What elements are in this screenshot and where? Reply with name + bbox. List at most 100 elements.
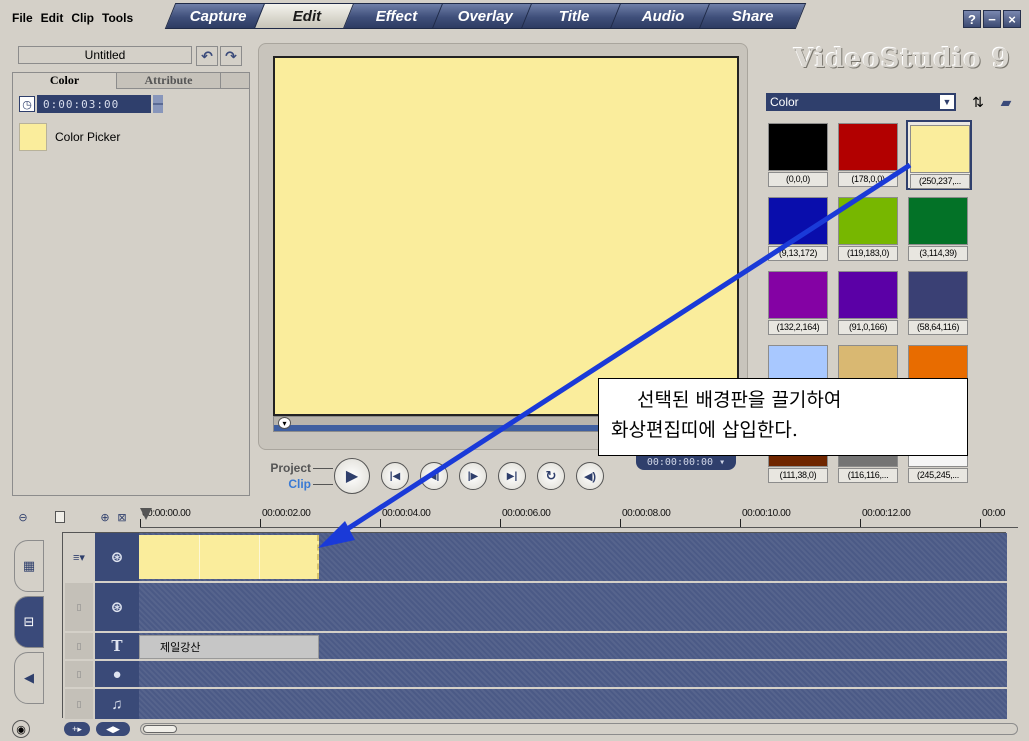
color-swatch[interactable]: (119,183,0): [836, 194, 902, 264]
scrollbar-thumb[interactable]: [143, 725, 177, 733]
color-clip[interactable]: [139, 535, 319, 579]
library-category-select[interactable]: Color ▼: [766, 93, 956, 111]
swatch-label: (132,2,164): [768, 320, 828, 335]
tab-label: Audio: [642, 7, 685, 25]
help-button[interactable]: ?: [963, 10, 981, 28]
color-picker[interactable]: Color Picker: [19, 123, 120, 151]
swatch-label: (116,116,...: [838, 468, 898, 483]
fit-project-icon[interactable]: ⊠: [115, 510, 129, 524]
prev-frame-button[interactable]: ◀|: [420, 462, 448, 490]
zoom-in-icon[interactable]: ⊕: [98, 510, 112, 524]
clip-mode-label[interactable]: Clip: [265, 476, 311, 492]
scrub-handle[interactable]: ▾: [278, 417, 291, 429]
sort-button[interactable]: ⇅: [968, 92, 988, 112]
storyboard-view-button[interactable]: ▦: [14, 540, 44, 592]
step-tabs: Capture Edit Effect Overlay Title Audio …: [164, 3, 807, 29]
color-swatch[interactable]: (0,0,0): [766, 120, 832, 190]
lock-icon[interactable]: ▯: [65, 661, 93, 687]
swatch-label: (0,0,0): [768, 172, 828, 187]
tab-attribute[interactable]: Attribute: [117, 73, 221, 89]
track-header: ▯ ♫: [63, 689, 139, 719]
chevron-down-icon[interactable]: ▼: [940, 95, 954, 109]
open-folder-button[interactable]: ▰: [996, 92, 1016, 112]
timeline-view-button[interactable]: ⊟: [14, 596, 44, 648]
menu-clip[interactable]: Clip: [71, 11, 94, 25]
color-swatch[interactable]: (91,0,166): [836, 268, 902, 338]
project-mode-label[interactable]: Project: [265, 460, 311, 476]
zoom-out-icon[interactable]: ⊖: [16, 510, 30, 524]
overlay-track[interactable]: ▯ ⊛: [63, 583, 1007, 633]
sort-icon: ⇅: [972, 93, 984, 110]
spin-down-icon[interactable]: [153, 105, 163, 113]
minimize-button[interactable]: −: [983, 10, 1001, 28]
menu-file[interactable]: File: [12, 11, 33, 25]
skip-end-icon: ▶|: [506, 470, 518, 482]
title-clip[interactable]: 제일강산: [139, 635, 319, 659]
color-swatch[interactable]: (132,2,164): [766, 268, 832, 338]
add-track-button[interactable]: +▸: [64, 722, 90, 736]
zoom-slider[interactable]: [33, 510, 95, 524]
repeat-button[interactable]: ↻: [537, 462, 565, 490]
swatch-color: [768, 197, 828, 245]
slider-thumb[interactable]: [55, 511, 65, 523]
color-swatch[interactable]: (58,64,116): [906, 268, 972, 338]
track-header: ≡▾ ⊛: [63, 533, 139, 581]
tab-label: Title: [559, 7, 590, 25]
video-capture-button[interactable]: ◉: [12, 720, 30, 738]
ruler-tick: [380, 519, 381, 527]
color-picker-swatch[interactable]: [19, 123, 47, 151]
timeline-ruler[interactable]: 00:00:00.00 00:00:02.00 00:00:04.00 00:00:0…: [140, 506, 1018, 528]
next-frame-button[interactable]: |▶: [459, 462, 487, 490]
play-button[interactable]: ▶: [334, 458, 370, 494]
color-swatch[interactable]: (250,237,...: [906, 120, 972, 190]
instruction-callout: 선택된 배경판을 끌기하여 화상편집띠에 삽입한다.: [598, 378, 968, 456]
color-picker-label: Color Picker: [55, 130, 121, 144]
ruler-time-label: 00:00:06.00: [502, 508, 551, 519]
speaker-icon: ◀: [24, 670, 34, 685]
tab-color[interactable]: Color: [13, 73, 117, 89]
tab-label: Effect: [375, 7, 418, 25]
lock-icon[interactable]: ▯: [65, 689, 93, 719]
app-logo: VideoStudio 9: [794, 44, 1011, 74]
ruler-time-label: 00:00:02.00: [262, 508, 311, 519]
video-track[interactable]: ≡▾ ⊛: [63, 533, 1007, 583]
menu-bar: File Edit Clip Tools: [12, 11, 133, 25]
redo-button[interactable]: ↷: [220, 46, 242, 66]
track-menu-icon[interactable]: ≡▾: [65, 533, 93, 581]
swatch-label: (245,245,...: [908, 468, 968, 483]
microphone-icon: ●: [95, 661, 139, 687]
menu-tools[interactable]: Tools: [102, 11, 133, 25]
audio-view-button[interactable]: ◀: [14, 652, 44, 704]
color-swatch[interactable]: (3,114,39): [906, 194, 972, 264]
volume-button[interactable]: ◀): [576, 462, 604, 490]
spin-up-icon[interactable]: [153, 95, 163, 103]
music-track[interactable]: ▯ ♫: [63, 689, 1007, 719]
duration-spinner[interactable]: [153, 95, 163, 113]
divider: [313, 484, 333, 485]
skip-start-icon: |◀: [389, 470, 401, 482]
duration-input[interactable]: 0:00:03:00: [37, 95, 151, 113]
undo-button[interactable]: ↶: [196, 46, 218, 66]
window-controls: ? − ×: [963, 10, 1021, 28]
end-button[interactable]: ▶|: [498, 462, 526, 490]
close-button[interactable]: ×: [1003, 10, 1021, 28]
repeat-icon: ↻: [545, 468, 557, 483]
duration-control: ◷ 0:00:03:00: [19, 95, 163, 113]
ruler-time-label: 00:00:04.00: [382, 508, 431, 519]
home-button[interactable]: |◀: [381, 462, 409, 490]
clock-icon: ◷: [19, 96, 35, 112]
color-swatch[interactable]: (9,13,172): [766, 194, 832, 264]
menu-edit[interactable]: Edit: [41, 11, 64, 25]
title-track[interactable]: ▯ T 제일강산: [63, 633, 1007, 661]
lock-icon[interactable]: ▯: [65, 583, 93, 631]
voice-track[interactable]: ▯ ●: [63, 661, 1007, 689]
lock-icon[interactable]: ▯: [65, 633, 93, 659]
track-header: ▯ ●: [63, 661, 139, 687]
ruler-tick: [260, 519, 261, 527]
scroll-buttons[interactable]: ◀▶: [96, 722, 130, 736]
tab-share[interactable]: Share: [698, 3, 807, 29]
timeline-toolbar: ⊖ ⊕ ⊠ 00:00:00.00 00:00:02.00 00:00:04.00 0…: [12, 506, 1018, 528]
color-swatch[interactable]: (178,0,0): [836, 120, 902, 190]
timecode-display[interactable]: 00:00:00:00 ▾: [636, 454, 736, 470]
timeline-scrollbar[interactable]: [140, 723, 1018, 735]
